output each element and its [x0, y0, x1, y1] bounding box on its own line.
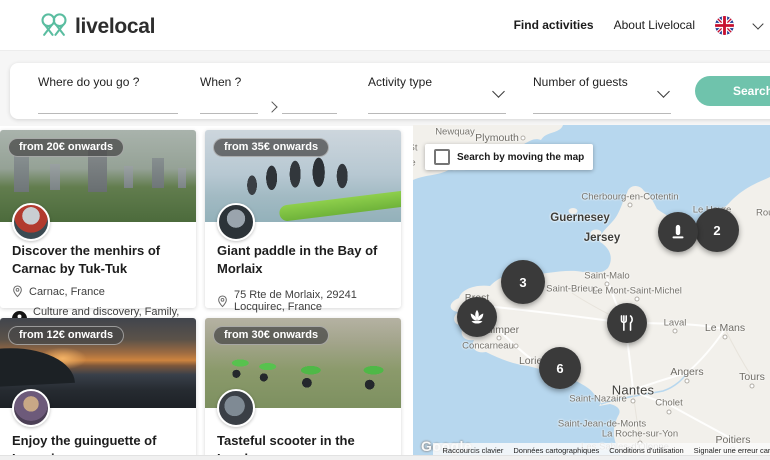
- activity-card[interactable]: from 30€ onwards Tasteful scooter in the…: [205, 318, 401, 460]
- map-container[interactable]: NewquayPlymouthFalmouthSteCherbourg-en-C…: [413, 125, 770, 460]
- host-avatar[interactable]: [12, 203, 50, 241]
- nav-about-livelocal[interactable]: About Livelocal: [614, 18, 695, 32]
- map-search-toggle[interactable]: Search by moving the map: [425, 144, 594, 170]
- card-location: Carnac, France: [29, 285, 105, 298]
- price-badge: from 30€ onwards: [213, 326, 330, 345]
- where-input[interactable]: [38, 99, 178, 114]
- map-poi-lotus-icon[interactable]: [457, 297, 497, 337]
- map-cluster-marker[interactable]: 3: [501, 260, 545, 304]
- price-badge: from 35€ onwards: [213, 138, 330, 157]
- activity-type-label: Activity type: [368, 75, 433, 89]
- map-markers: 2 3 6: [413, 125, 770, 460]
- search-button[interactable]: Search: [695, 76, 770, 106]
- horizontal-scrollbar[interactable]: [0, 455, 770, 460]
- guests-select[interactable]: [533, 99, 671, 114]
- uk-flag-icon[interactable]: [715, 15, 734, 35]
- brand-logo[interactable]: livelocal: [38, 11, 155, 42]
- map-poi-monument-icon[interactable]: [658, 212, 698, 252]
- host-avatar[interactable]: [12, 389, 50, 427]
- guests-chevron-down-icon[interactable]: [657, 85, 670, 98]
- attribution-map-data[interactable]: Données cartographiques: [513, 446, 599, 455]
- host-avatar[interactable]: [217, 389, 255, 427]
- card-title: Giant paddle in the Bay of Morlaix: [217, 243, 378, 276]
- date-start-input[interactable]: [200, 99, 258, 114]
- attribution-terms[interactable]: Conditions d'utilisation: [609, 446, 683, 455]
- activity-card[interactable]: from 35€ onwards Giant paddle in the Bay…: [205, 130, 401, 337]
- header: livelocal Find activities About Liveloca…: [0, 0, 770, 50]
- guests-label: Number of guests: [533, 75, 628, 89]
- activity-type-select[interactable]: [368, 99, 506, 114]
- map-pin-icon: [218, 295, 227, 307]
- language-chevron-down-icon[interactable]: [752, 17, 764, 30]
- date-end-input[interactable]: [282, 99, 337, 114]
- map-search-label: Search by moving the map: [457, 151, 585, 163]
- where-label: Where do you go ?: [38, 75, 140, 89]
- activity-card[interactable]: from 20€ onwards Discover the menhirs of…: [0, 130, 196, 330]
- search-panel: Where do you go ? When ? Activity type N…: [10, 63, 770, 119]
- attribution-keyboard-shortcuts[interactable]: Raccourcis clavier: [443, 446, 504, 455]
- nav-find-activities[interactable]: Find activities: [514, 18, 594, 32]
- date-range-arrow-icon: [266, 101, 278, 113]
- map-poi-restaurant-icon[interactable]: [607, 303, 647, 343]
- search-band: Where do you go ? When ? Activity type N…: [0, 50, 770, 126]
- map-cluster-marker[interactable]: 2: [695, 208, 739, 252]
- when-label: When ?: [200, 75, 242, 89]
- price-badge: from 12€ onwards: [8, 326, 125, 345]
- attribution-report-error[interactable]: Signaler une erreur cartographique: [694, 446, 770, 455]
- map-search-checkbox[interactable]: [434, 149, 450, 165]
- page: livelocal Find activities About Liveloca…: [0, 0, 770, 460]
- price-badge: from 20€ onwards: [8, 138, 125, 157]
- brand-name: livelocal: [75, 14, 156, 38]
- host-avatar[interactable]: [217, 203, 255, 241]
- livelocal-loops-icon: [38, 11, 70, 42]
- activity-chevron-down-icon[interactable]: [492, 85, 505, 98]
- card-location-row: Carnac, France: [12, 285, 184, 298]
- card-location: 75 Rte de Morlaix, 29241 Locquirec, Fran…: [234, 289, 357, 314]
- activity-card[interactable]: from 12€ onwards Enjoy the guinguette of…: [0, 318, 196, 460]
- map-pin-icon: [13, 285, 22, 298]
- card-location-row: 75 Rte de Morlaix, 29241 Locquirec, Fran…: [217, 289, 389, 313]
- header-nav: Find activities About Livelocal: [514, 0, 764, 50]
- map-cluster-marker[interactable]: 6: [539, 347, 581, 389]
- card-title: Discover the menhirs of Carnac by Tuk-Tu…: [12, 243, 161, 276]
